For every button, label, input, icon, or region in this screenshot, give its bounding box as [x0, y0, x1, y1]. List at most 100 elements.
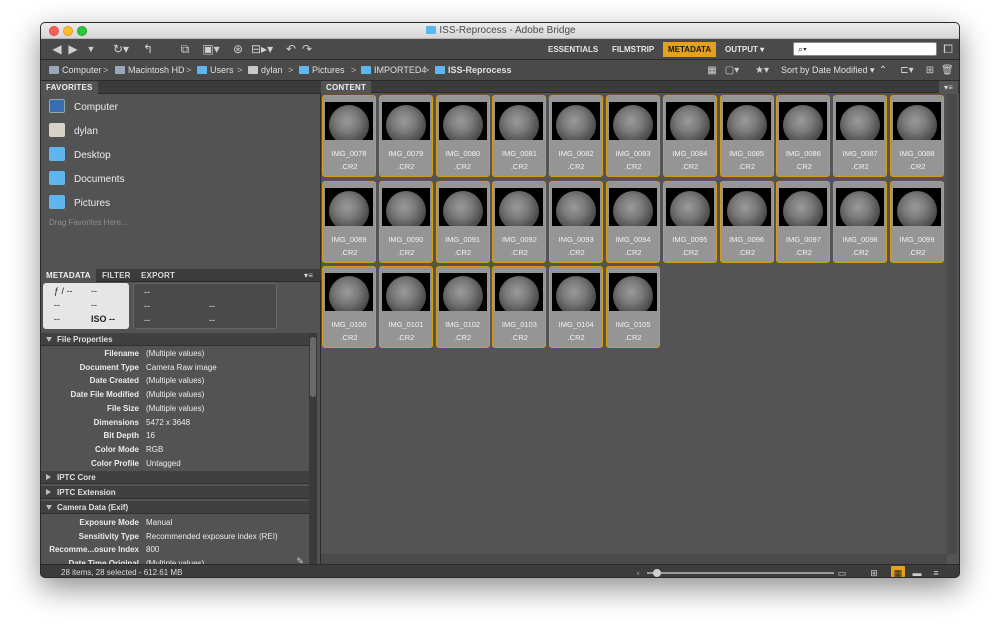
panel-menu-icon[interactable]: ▾≡	[299, 269, 318, 282]
camera-icon[interactable]: ⧉	[177, 42, 193, 57]
crumb-dylan[interactable]: dylan	[248, 64, 283, 76]
forward-arrow-icon[interactable]: ▶	[67, 42, 79, 57]
thumbnail-size-slider[interactable]	[647, 572, 834, 574]
tab-filter[interactable]: FILTER	[97, 269, 136, 282]
thumbnail-item[interactable]: IMG_0080 .CR2	[435, 95, 490, 177]
reveal-icon[interactable]: ↰	[141, 42, 155, 57]
thumbnail-item[interactable]: IMG_0078 .CR2	[322, 95, 376, 177]
content-hscrollbar[interactable]	[321, 554, 947, 564]
crumb-computer[interactable]: Computer	[49, 64, 102, 76]
thumbnail-item[interactable]: IMG_0079 .CR2	[378, 95, 433, 177]
favorite-pictures[interactable]: Pictures	[49, 193, 110, 215]
thumbnail-item[interactable]: IMG_0081 .CR2	[492, 95, 547, 177]
tab-favorites[interactable]: FAVORITES	[41, 81, 98, 94]
favorite-desktop[interactable]: Desktop	[49, 145, 111, 167]
thumbnail-item[interactable]: IMG_0091 .CR2	[435, 180, 490, 263]
thumbnail-item[interactable]: IMG_0083 .CR2	[606, 95, 660, 177]
thumbnail-item[interactable]: IMG_0104 .CR2	[549, 266, 604, 348]
thumbnail-item[interactable]: IMG_0087 .CR2	[833, 95, 888, 177]
crumb-label: ISS-Reprocess	[448, 65, 512, 75]
view-details-icon[interactable]: ▬	[910, 566, 924, 577]
chevron-right-icon[interactable]: >	[424, 64, 429, 76]
content-scrollbar[interactable]	[947, 94, 957, 554]
workspace-output[interactable]: OUTPUT ▾	[720, 42, 769, 57]
crumb-label: Macintosh HD	[128, 65, 185, 75]
grid-lock-icon[interactable]: ⊞	[867, 566, 881, 577]
thumbnail-item[interactable]: IMG_0103 .CR2	[492, 266, 547, 348]
favorite-documents[interactable]: Documents	[49, 169, 125, 191]
view-list-icon[interactable]: ≡	[929, 566, 943, 577]
thumbnail-item[interactable]: IMG_0095 .CR2	[662, 180, 717, 263]
thumbnail-item[interactable]: IMG_0101 .CR2	[378, 266, 433, 348]
recent-dropdown-icon[interactable]: ▼	[85, 42, 97, 57]
view-options-icon[interactable]: ▢▾	[722, 63, 742, 78]
sort-ascending-icon[interactable]: ⌃	[877, 63, 889, 78]
tab-export[interactable]: EXPORT	[136, 269, 180, 282]
zoom-in-icon[interactable]: ▭	[836, 566, 848, 577]
compact-mode-icon[interactable]: ⧠	[941, 42, 955, 57]
crumb-iss-reprocess[interactable]: ISS-Reprocess	[435, 64, 512, 76]
rotate-left-icon[interactable]: ↶	[285, 42, 297, 57]
output-icon[interactable]: ⊟▸▾	[251, 42, 273, 57]
tab-metadata[interactable]: METADATA	[41, 269, 96, 282]
thumbnail-item[interactable]: IMG_0090 .CR2	[378, 180, 433, 263]
trash-icon[interactable]: 🗑	[941, 63, 954, 78]
thumbnail-item[interactable]: IMG_0093 .CR2	[549, 180, 604, 263]
thumbnail-item[interactable]: IMG_0092 .CR2	[492, 180, 547, 263]
new-folder-icon[interactable]: ⊞	[923, 63, 937, 78]
star-filter-icon[interactable]: ★▾	[753, 63, 771, 78]
tab-content[interactable]: CONTENT	[321, 81, 372, 94]
section-iptc-core[interactable]: IPTC Core	[41, 471, 309, 484]
sort-dropdown[interactable]: Sort by Date Modified ▾	[781, 64, 875, 76]
thumbnail-item[interactable]: IMG_0094 .CR2	[606, 180, 660, 263]
thumbnail-item[interactable]: IMG_0105 .CR2	[606, 266, 660, 348]
thumbnail-image	[381, 187, 430, 226]
chevron-right-icon[interactable]: >	[103, 64, 108, 76]
crumb-macintosh-hd[interactable]: Macintosh HD	[115, 64, 185, 76]
view-thumbnails-icon[interactable]: ▦	[891, 566, 905, 577]
thumbnail-item[interactable]: IMG_0086 .CR2	[776, 95, 831, 177]
thumbnail-item[interactable]: IMG_0082 .CR2	[549, 95, 604, 177]
chevron-right-icon[interactable]: >	[351, 64, 356, 76]
crumb-pictures[interactable]: Pictures	[299, 64, 345, 76]
search-input[interactable]: ⌕▾	[793, 42, 937, 56]
workspace-filmstrip[interactable]: FILMSTRIP	[607, 42, 659, 57]
thumbnail-item[interactable]: IMG_0100 .CR2	[322, 266, 376, 348]
metadata-scrollbar[interactable]	[309, 333, 317, 564]
thumbnail-item[interactable]: IMG_0098 .CR2	[833, 180, 888, 263]
thumbnail-item[interactable]: IMG_0097 .CR2	[776, 180, 831, 263]
workspace-essentials[interactable]: ESSENTIALS	[543, 42, 603, 57]
thumbnail-item[interactable]: IMG_0102 .CR2	[435, 266, 490, 348]
crumb-users[interactable]: Users	[197, 64, 234, 76]
back-arrow-icon[interactable]: ◀	[51, 42, 63, 57]
chevron-right-icon[interactable]: >	[186, 64, 191, 76]
aperture-value: ƒ / --	[54, 286, 73, 296]
zoom-out-icon[interactable]: ▫	[633, 566, 643, 577]
open-recent-folder-icon[interactable]: ⊏▾	[897, 63, 917, 78]
chevron-right-icon[interactable]: >	[288, 64, 293, 76]
thumbnail-item[interactable]: IMG_0089 .CR2	[322, 180, 376, 263]
workspace-metadata[interactable]: METADATA	[663, 42, 717, 57]
thumbnail-item[interactable]: IMG_0088 .CR2	[890, 95, 944, 177]
thumbnail-item[interactable]: IMG_0084 .CR2	[662, 95, 717, 177]
thumbnail-item[interactable]: IMG_0099 .CR2	[890, 180, 944, 263]
section-iptc-extension[interactable]: IPTC Extension	[41, 486, 309, 499]
quality-icon[interactable]: ▦	[706, 63, 718, 78]
rotate-right-icon[interactable]: ↷	[301, 42, 313, 57]
crumb-imported4[interactable]: IMPORTED4	[361, 64, 426, 76]
panel-menu-icon[interactable]: ▾≡	[939, 81, 959, 94]
thumbnail-filename: IMG_0096	[729, 234, 765, 244]
open-in-camera-raw-icon[interactable]: ⊛	[231, 42, 245, 57]
thumbnail-size-slider-knob[interactable]	[653, 569, 661, 577]
favorite-dylan[interactable]: dylan	[49, 121, 98, 143]
scrollbar-thumb[interactable]	[310, 337, 316, 397]
favorite-computer[interactable]: Computer	[49, 97, 118, 119]
refine-icon[interactable]: ▣▾	[201, 42, 221, 57]
chevron-right-icon[interactable]: >	[237, 64, 242, 76]
thumbnail-item[interactable]: IMG_0096 .CR2	[719, 180, 774, 263]
prop-value[interactable]: (Multiple values)	[146, 347, 204, 361]
boomerang-icon[interactable]: ↻▾	[111, 42, 131, 57]
section-camera-data[interactable]: Camera Data (Exif)	[41, 501, 309, 514]
thumbnail-item[interactable]: IMG_0085 .CR2	[719, 95, 774, 177]
section-file-properties[interactable]: File Properties	[41, 333, 309, 346]
